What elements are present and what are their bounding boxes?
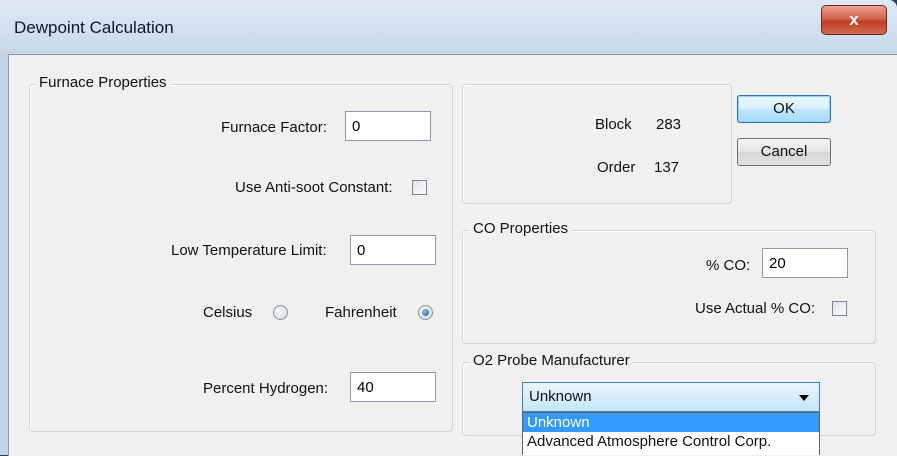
co-properties-legend: CO Properties	[470, 220, 572, 237]
cancel-button[interactable]: Cancel	[737, 138, 831, 166]
use-actual-co-label: Use Actual % CO:	[695, 300, 816, 317]
percent-hydrogen-label: Percent Hydrogen:	[203, 380, 329, 397]
order-label: Order	[597, 159, 636, 176]
percent-co-input[interactable]	[762, 248, 848, 278]
window-title: Dewpoint Calculation	[14, 18, 174, 37]
ok-button[interactable]: OK	[737, 95, 831, 123]
chevron-down-icon	[799, 395, 809, 401]
o2-probe-select[interactable]: Unknown	[522, 382, 820, 412]
close-icon: x	[849, 10, 859, 29]
celsius-label: Celsius	[203, 304, 253, 321]
order-value: 137	[654, 159, 680, 176]
furnace-properties-legend: Furnace Properties	[36, 74, 170, 91]
low-temperature-label: Low Temperature Limit:	[171, 242, 327, 259]
fahrenheit-radio[interactable]	[418, 305, 433, 320]
o2-option-unknown[interactable]: Unknown	[523, 413, 819, 432]
anti-soot-checkbox[interactable]	[412, 180, 427, 195]
dialog-window: Dewpoint Calculation x Furnace Propertie…	[0, 0, 897, 456]
low-temperature-input[interactable]	[350, 235, 436, 265]
celsius-radio[interactable]	[273, 305, 288, 320]
o2-option-advanced-atmosphere[interactable]: Advanced Atmosphere Control Corp.	[523, 432, 819, 451]
percent-co-label: % CO:	[706, 257, 751, 274]
furnace-factor-input[interactable]	[345, 111, 431, 141]
o2-probe-dropdown-list: Unknown Advanced Atmosphere Control Corp…	[522, 412, 820, 455]
close-button[interactable]: x	[821, 5, 887, 35]
o2-probe-legend: O2 Probe Manufacturer	[470, 352, 633, 369]
fahrenheit-label: Fahrenheit	[325, 304, 397, 321]
block-label: Block	[595, 116, 632, 133]
info-panel	[462, 84, 732, 204]
furnace-factor-label: Furnace Factor:	[221, 119, 327, 136]
anti-soot-label: Use Anti-soot Constant:	[235, 179, 393, 196]
o2-probe-selected-value: Unknown	[529, 388, 592, 405]
use-actual-co-checkbox[interactable]	[832, 301, 847, 316]
block-value: 283	[656, 116, 682, 133]
percent-hydrogen-input[interactable]	[350, 372, 436, 402]
